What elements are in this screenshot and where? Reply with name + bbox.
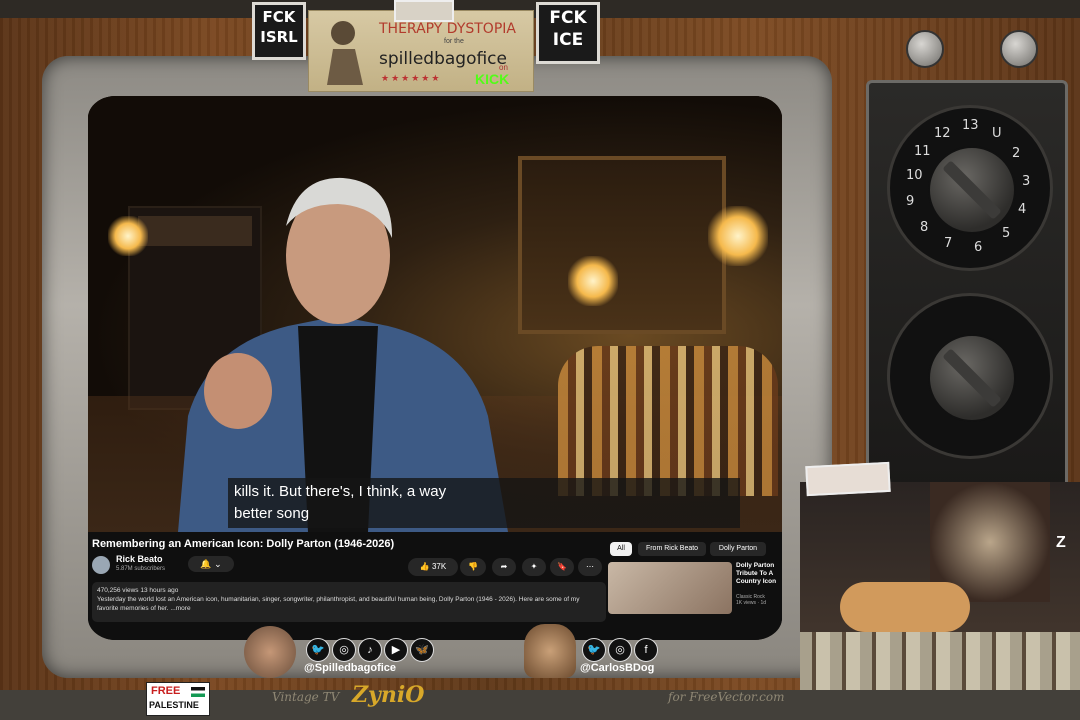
sleep-z: Z <box>1056 534 1066 551</box>
dial-num: 13 <box>962 118 979 133</box>
dislike-button[interactable]: 👎 <box>460 558 486 576</box>
share-icon: ➦ <box>500 562 508 571</box>
chip-all[interactable]: All <box>610 542 632 556</box>
guitar-rack <box>558 346 778 496</box>
freevector-credit: for FreeVector.com <box>668 690 785 704</box>
free-palestine-badge: FREE PALESTINE <box>146 682 210 716</box>
sticker-fck-isrl: FCK ISRL <box>252 2 306 60</box>
dial-num: 2 <box>1012 146 1021 161</box>
dial-num: U <box>992 126 1002 141</box>
avatar[interactable] <box>92 556 110 574</box>
instagram-icon[interactable]: ◎ <box>608 638 632 662</box>
like-count: 37K <box>431 562 447 571</box>
zynio-brand: ZyniO <box>352 682 425 708</box>
thumbs-down-icon: 👎 <box>468 562 478 571</box>
subscriber-count: 5.87M subscribers <box>116 566 166 572</box>
dial-num: 12 <box>934 126 951 141</box>
chip-dolly-parton[interactable]: Dolly Parton <box>710 542 766 556</box>
recommended-meta: Classic Rock 1K views · 1d <box>736 594 766 606</box>
star-row: ★★★★★★ <box>381 73 442 83</box>
dial-num: 7 <box>944 236 953 251</box>
tape-strip-top <box>394 0 454 22</box>
twitter-icon[interactable]: 🐦 <box>582 638 606 662</box>
description-box[interactable]: 470,256 views 13 hours ago Yesterday the… <box>92 582 606 622</box>
character-logo <box>327 21 363 85</box>
save-button[interactable]: 🔖 <box>550 558 574 576</box>
instagram-icon[interactable]: ◎ <box>332 638 356 662</box>
chip-from-channel[interactable]: From Rick Beato <box>638 542 706 556</box>
dial-num: 4 <box>1018 202 1027 217</box>
sticker-left-bottom: ISRL <box>260 28 298 46</box>
studio-window <box>518 156 726 334</box>
banner-brand: spilledbagofice <box>379 49 507 69</box>
tv-control-panel: 12 13 U 2 3 4 5 6 7 8 9 10 11 <box>866 80 1068 491</box>
dial-num: 6 <box>974 240 983 255</box>
palestine-text: PALESTINE <box>149 700 199 710</box>
channel-dial[interactable]: 12 13 U 2 3 4 5 6 7 8 9 10 11 <box>887 105 1053 271</box>
plaid-blanket <box>800 632 1080 692</box>
therapy-dystopia-banner: THERAPY DYSTOPIA for the spilledbagofice… <box>308 10 534 92</box>
lamp-mid <box>568 256 618 306</box>
caption-box: kills it. But there's, I think, a way be… <box>228 478 740 528</box>
dial-num: 5 <box>1002 226 1011 241</box>
recommended-thumbnail[interactable] <box>608 562 732 614</box>
kick-logo: KICK <box>475 71 510 87</box>
caption-line-2: better song <box>234 505 310 522</box>
ask-button[interactable]: ✦ <box>522 558 546 576</box>
share-button[interactable]: ➦ <box>492 558 516 576</box>
dial-num: 3 <box>1022 174 1031 189</box>
lamp-right <box>708 206 768 266</box>
tv-screen: kills it. But there's, I think, a way be… <box>88 96 782 640</box>
banner-title: THERAPY DYSTOPIA <box>379 21 516 37</box>
control-screw-left[interactable] <box>906 30 944 68</box>
view-count: 470,256 views <box>97 587 139 594</box>
tape-strip <box>805 461 891 497</box>
flag-icon <box>191 687 205 697</box>
sticker-right-bottom: ICE <box>552 30 584 50</box>
control-screw-right[interactable] <box>1000 30 1038 68</box>
tiktok-icon[interactable]: ♪ <box>358 638 382 662</box>
thumbs-up-icon: 👍 <box>419 562 432 571</box>
sparkle-icon: ✦ <box>530 562 538 571</box>
like-button[interactable]: 👍 37K <box>408 558 458 576</box>
dial-num: 10 <box>906 168 923 183</box>
sticker-right-top: FCK <box>549 8 587 28</box>
sticker-left-top: FCK <box>262 8 296 26</box>
spilledbagofice-avatar[interactable] <box>244 626 296 678</box>
lamp-left <box>108 216 148 256</box>
dial-num: 9 <box>906 194 915 209</box>
youtube-panel: Remembering an American Icon: Dolly Part… <box>88 532 782 640</box>
channel-name[interactable]: Rick Beato <box>116 554 163 564</box>
sticker-fck-ice: FCK ICE <box>536 2 600 64</box>
more-link[interactable]: ...more <box>170 605 190 612</box>
volume-dial[interactable] <box>887 293 1053 459</box>
video-title: Remembering an American Icon: Dolly Part… <box>92 538 395 550</box>
video-frame[interactable]: kills it. But there's, I think, a way be… <box>88 96 782 532</box>
more-button[interactable]: ⋯ <box>578 558 602 576</box>
youtube-icon[interactable]: ▶ <box>384 638 408 662</box>
dial-num: 8 <box>920 220 929 235</box>
recommended-views: 1K views · 1d <box>736 600 767 606</box>
presenter <box>178 177 508 532</box>
sleeping-dog <box>840 582 970 632</box>
banner-small: for the <box>444 38 464 45</box>
facebook-icon[interactable]: f <box>634 638 658 662</box>
more-icon: ⋯ <box>586 562 594 571</box>
free-text: FREE <box>151 685 181 697</box>
pip-camera-feed: Z <box>800 482 1080 692</box>
carlos-dog-avatar[interactable] <box>524 624 576 678</box>
twitter-icon[interactable]: 🐦 <box>306 638 330 662</box>
upload-time: 13 hours ago <box>140 587 179 594</box>
handle-left[interactable]: @Spilledbagofice <box>304 662 396 674</box>
bluesky-icon[interactable]: 🦋 <box>410 638 434 662</box>
channel-knob[interactable] <box>928 146 1016 234</box>
caption-line-1: kills it. But there's, I think, a way <box>234 483 447 500</box>
volume-knob[interactable] <box>928 334 1016 422</box>
vintage-tv-label: Vintage TV <box>272 690 340 704</box>
handle-right[interactable]: @CarlosBDog <box>580 662 654 674</box>
bookmark-icon: 🔖 <box>557 562 567 571</box>
dial-num: 11 <box>914 144 931 159</box>
recommended-title[interactable]: Dolly Parton Tribute To A Country Icon <box>736 562 780 586</box>
bell-icon[interactable]: 🔔 ⌄ <box>188 556 234 572</box>
